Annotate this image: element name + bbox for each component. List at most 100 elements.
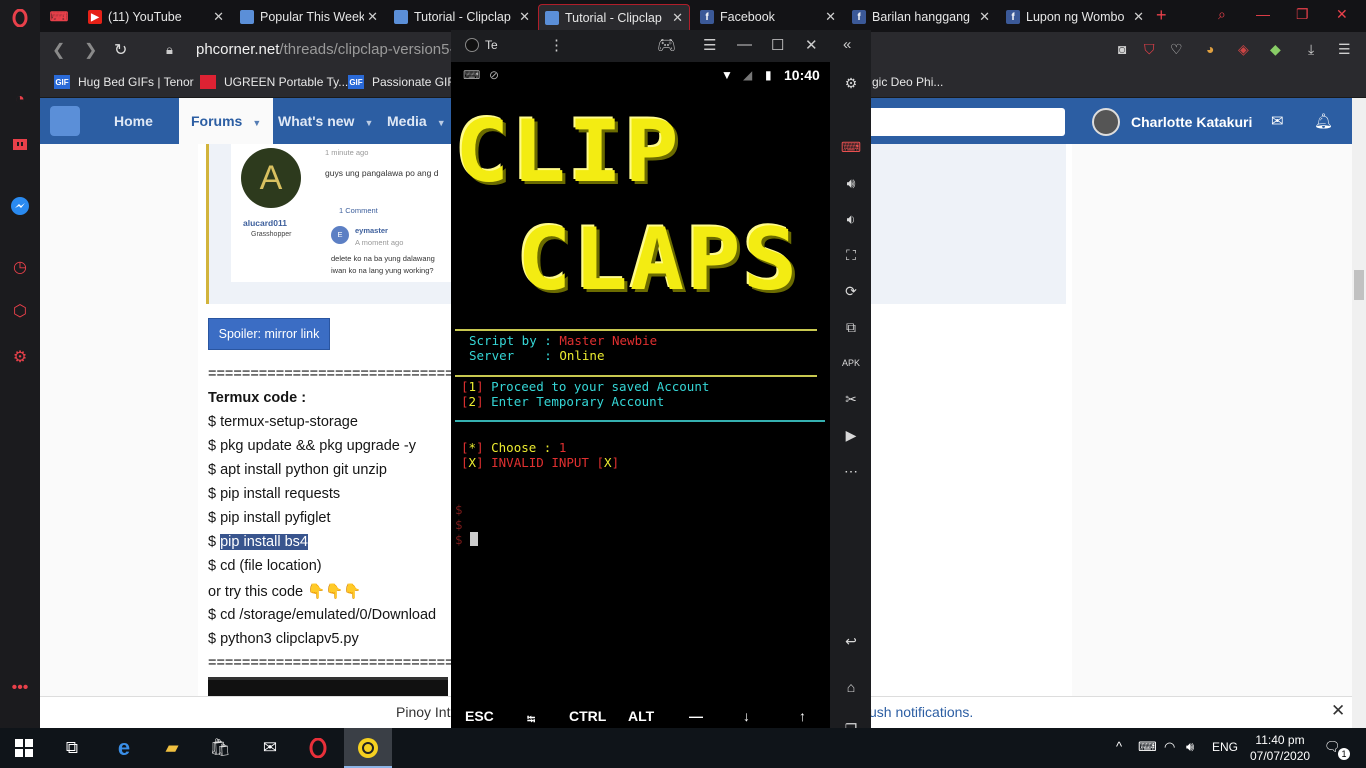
home-icon[interactable]: ⌂ [840,676,862,698]
forward-icon[interactable]: ❯ [84,40,97,60]
messenger-icon[interactable] [8,194,32,218]
key-up[interactable]: ↑ [799,708,806,724]
close-icon[interactable]: ✕ [979,9,990,25]
bookmark-2[interactable]: UGREEN Portable Ty... [200,75,348,89]
gamepad-icon[interactable]: 🎮︎ [657,36,676,54]
nav-whats-new[interactable]: What's new ▼ [278,113,373,129]
more-vertical-icon[interactable]: ⋮ [549,36,564,54]
settings-icon[interactable]: ⚙ [8,345,32,369]
key-tab[interactable]: ⭾ [527,711,535,728]
tab-0[interactable]: ⌨ [46,4,80,30]
maximize-icon[interactable]: ☐ [771,36,784,54]
emulator-tab[interactable]: Te [465,38,498,52]
download-icon[interactable]: ⤓ [1308,41,1314,58]
search-tabs-icon[interactable]: ⌕ [1218,6,1226,23]
tab-1[interactable]: ▶ (11) YouTube ✕ [82,4,230,30]
bookmark-4[interactable]: gic Deo Phi... [872,75,943,89]
opera-menu-icon[interactable] [8,6,32,30]
emulator-app-icon[interactable] [356,736,380,760]
avatar[interactable] [1092,108,1120,136]
tab-2[interactable]: Popular This Week ✕ [234,4,384,30]
heart-icon[interactable]: ♡ [1170,41,1183,58]
close-icon[interactable]: ✕ [1331,701,1345,721]
camera-icon[interactable]: ◙ [1118,41,1126,57]
record-icon[interactable]: ▶ [840,424,862,446]
rotate-icon[interactable]: ⟳ [840,280,862,302]
apk-icon[interactable]: APK [840,352,862,374]
keymap-icon[interactable]: ⌨ [840,136,862,158]
volume-up-icon[interactable]: 🔊︎ [840,172,862,194]
key-esc[interactable]: ESC [465,708,494,724]
close-icon[interactable]: ✕ [1133,9,1144,25]
more-icon[interactable]: ⋯ [840,460,862,482]
wifi-icon[interactable]: ◠ [1164,739,1175,755]
close-window-icon[interactable]: ✕ [1336,6,1348,23]
volume-icon[interactable]: 🔊︎ [1186,739,1194,755]
extension-icon[interactable]: ◈ [1238,41,1249,58]
bell-icon[interactable]: 🔔︎ [1314,112,1333,130]
store-icon[interactable]: 🛍︎ [208,736,232,760]
nav-media[interactable]: Media ▼ [387,113,446,129]
bookmark-3[interactable]: GIF Passionate GIF [348,75,455,89]
mail-icon[interactable]: ✉ [258,736,282,760]
url-field[interactable]: phcorner.net/threads/clipclap-version5-0… [196,41,468,58]
spoiler-button[interactable]: Spoiler: mirror link [208,318,330,350]
active-prompt[interactable]: $ [455,532,479,547]
collapse-sidebar-icon[interactable]: « [843,36,851,53]
tab-7[interactable]: f Lupon ng Wombo ✕ [1000,4,1150,30]
ime-icon[interactable]: ⌨ [1138,739,1157,755]
scrollbar-thumb[interactable] [1354,270,1364,300]
tab-3[interactable]: Tutorial - Clipclap ✕ [388,4,536,30]
key-down[interactable]: ↓ [743,708,750,724]
push-notifications-link[interactable]: ush notifications. [869,704,973,720]
extensions-icon[interactable]: ⬡ [8,299,32,323]
language-indicator[interactable]: ENG [1212,740,1238,754]
bookmark-1[interactable]: GIF Hug Bed GIFs | Tenor [54,75,194,89]
back-icon[interactable]: ↩ [840,630,862,652]
tray-expand-icon[interactable]: ^ [1116,739,1122,754]
reload-icon[interactable]: ↻ [114,40,127,60]
file-explorer-icon[interactable]: ▰ [160,736,184,760]
windows-start-icon[interactable] [12,736,36,760]
history-icon[interactable]: ◷ [8,255,32,279]
edge-icon[interactable]: e [112,735,136,760]
menu-icon[interactable]: ☰ [703,36,716,54]
speed-dial-icon[interactable]: ◔ [8,88,32,112]
nav-home[interactable]: Home [114,113,153,129]
search-input[interactable] [868,108,1065,136]
vpn-icon[interactable]: ◕ [1206,41,1214,57]
settings-icon[interactable]: ⚙ [840,72,862,94]
multi-instance-icon[interactable]: ⧉ [840,316,862,338]
extension2-icon[interactable]: ◆ [1270,41,1281,58]
key-alt[interactable]: ALT [628,708,654,724]
nav-forums[interactable]: Forums ▼ [179,98,274,144]
close-icon[interactable]: ✕ [367,9,378,25]
clock[interactable]: 11:40 pm 07/07/2020 [1250,732,1310,764]
opera-icon[interactable] [306,736,330,760]
key-dash[interactable]: — [689,708,703,724]
more-icon[interactable]: ••• [8,676,32,700]
site-logo-icon[interactable] [50,106,80,136]
twitch-icon[interactable] [8,134,32,158]
fullscreen-icon[interactable]: ⛶ [840,244,862,266]
new-tab-icon[interactable]: + [1156,5,1167,26]
close-icon[interactable]: ✕ [825,9,836,25]
minimize-icon[interactable]: — [737,36,752,53]
close-icon[interactable]: ✕ [805,36,818,54]
tab-4-active[interactable]: Tutorial - Clipclap ✕ [538,4,690,30]
restore-icon[interactable]: ❐ [1296,6,1309,23]
key-ctrl[interactable]: CTRL [569,708,606,724]
mail-icon[interactable]: ✉ [1271,112,1284,130]
close-icon[interactable]: ✕ [672,10,683,26]
tab-6[interactable]: f Barilan hanggang ✕ [846,4,996,30]
menu-icon[interactable]: ☰ [1338,41,1351,58]
page-scrollbar[interactable] [1352,98,1366,728]
screenshot-icon[interactable]: ✂ [840,388,862,410]
close-icon[interactable]: ✕ [519,9,530,25]
username[interactable]: Charlotte Katakuri [1131,114,1252,130]
volume-down-icon[interactable]: 🔉︎ [840,208,862,230]
close-icon[interactable]: ✕ [213,9,224,25]
back-icon[interactable]: ❮ [52,40,65,60]
adblock-icon[interactable]: ⛉ [1144,41,1155,58]
task-view-icon[interactable]: ⧉ [60,736,84,760]
